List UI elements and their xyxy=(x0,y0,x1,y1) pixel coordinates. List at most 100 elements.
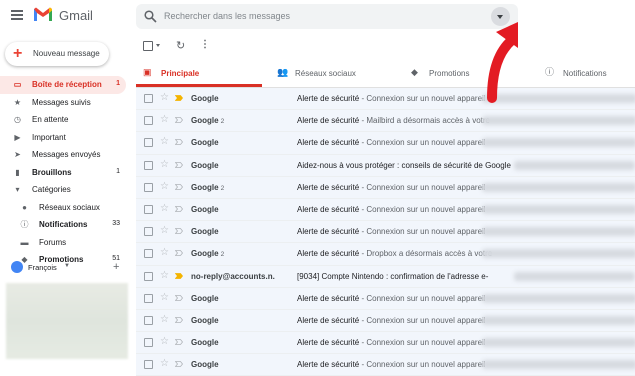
table-row[interactable]: ☆ Google Alerte de sécurité - Connexion su… xyxy=(136,287,635,310)
table-row[interactable]: ☆ Google Alerte de sécurité - Connexion su… xyxy=(136,132,635,155)
sender: Google 2 xyxy=(191,183,224,192)
select-menu-chevron-icon[interactable] xyxy=(156,44,160,47)
table-row[interactable]: ☆ Google 2 Alerte de sécurité - Dropbox a d… xyxy=(136,243,635,266)
sidebar-item-people[interactable]: ● Réseaux sociaux xyxy=(0,199,126,217)
gmail-logo-icon[interactable] xyxy=(33,6,53,22)
row-checkbox[interactable] xyxy=(144,160,153,170)
user-name: François xyxy=(28,263,57,272)
sidebar-item-inbox[interactable]: ▭ Boîte de réception 1 xyxy=(0,76,126,94)
row-checkbox[interactable] xyxy=(144,271,153,281)
message-subject-line: Alerte de sécurité - Connexion sur un no… xyxy=(297,205,486,214)
sidebar-item-star[interactable]: ★ Messages suivis xyxy=(0,94,126,112)
important-icon[interactable] xyxy=(175,250,183,257)
star-icon[interactable]: ☆ xyxy=(160,314,169,325)
table-row[interactable]: ☆ no-reply@accounts.n. [9034] Compte Ninte… xyxy=(136,265,635,288)
sidebar-item-send[interactable]: ➤ Messages envoyés xyxy=(0,146,126,164)
table-row[interactable]: ☆ Google Alerte de sécurité - Connexion su… xyxy=(136,88,635,111)
row-checkbox[interactable] xyxy=(144,116,153,126)
sidebar-item-label: Notifications xyxy=(39,220,88,229)
table-row[interactable]: ☆ Google Aidez-nous à vous protéger : cons… xyxy=(136,154,635,177)
refresh-icon[interactable]: ↻ xyxy=(176,39,185,52)
sidebar-item-forum[interactable]: ▬ Forums xyxy=(0,234,126,252)
table-row[interactable]: ☆ Google Alerte de sécurité - Connexion su… xyxy=(136,309,635,333)
menu-icon[interactable] xyxy=(11,10,23,20)
sender-name: Google xyxy=(191,227,219,237)
sidebar-item-important[interactable]: ▶ Important xyxy=(0,129,126,147)
sidebar-item-draft[interactable]: ▮ Brouillons 1 xyxy=(0,164,126,182)
add-icon[interactable]: + xyxy=(113,261,119,273)
row-checkbox[interactable] xyxy=(144,338,153,348)
row-checkbox[interactable] xyxy=(144,227,153,237)
important-icon[interactable] xyxy=(175,316,183,323)
sidebar-nav: ▭ Boîte de réception 1 ★ Messages suivis ◷ En … xyxy=(0,76,126,269)
important-icon[interactable] xyxy=(175,228,183,235)
people-icon: ● xyxy=(22,202,27,212)
sidebar-item-count: 1 xyxy=(116,80,120,87)
info-icon: ⓘ xyxy=(20,220,29,229)
star-icon[interactable]: ☆ xyxy=(160,336,169,347)
table-row[interactable]: ☆ Google 2 Alerte de sécurité - Connexion s… xyxy=(136,176,635,199)
star-icon[interactable]: ☆ xyxy=(160,159,169,170)
table-row[interactable]: ☆ Google Alerte de sécurité - Connexion su… xyxy=(136,221,635,244)
tab-info[interactable]: ⓘ Notifications xyxy=(538,59,635,87)
star-icon[interactable]: ☆ xyxy=(160,358,169,369)
table-row[interactable]: ☆ Google Alerte de sécurité - Connexion su… xyxy=(136,332,635,355)
sidebar-item-info[interactable]: ⓘ Notifications 33 xyxy=(0,216,126,234)
star-icon[interactable]: ☆ xyxy=(160,225,169,236)
important-icon[interactable] xyxy=(175,183,183,190)
star-icon[interactable]: ☆ xyxy=(160,114,169,125)
row-checkbox[interactable] xyxy=(144,315,153,325)
row-checkbox[interactable] xyxy=(144,204,153,214)
sidebar-item-count: 1 xyxy=(116,167,120,175)
chevron-down-icon[interactable]: ▼ xyxy=(64,263,70,269)
star-icon[interactable]: ☆ xyxy=(160,92,169,103)
subject: Alerte de sécurité xyxy=(297,338,360,348)
subject: Alerte de sécurité xyxy=(297,315,360,325)
star-icon[interactable]: ☆ xyxy=(160,292,169,303)
row-checkbox[interactable] xyxy=(144,94,153,103)
star-icon[interactable]: ☆ xyxy=(160,203,169,214)
subject: Alerte de sécurité xyxy=(297,182,360,192)
search-icon[interactable] xyxy=(144,10,157,23)
table-row[interactable]: ☆ Google Alerte de sécurité - Connexion su… xyxy=(136,354,635,376)
forum-icon: ▬ xyxy=(20,237,29,247)
avatar[interactable] xyxy=(11,261,23,273)
clock-icon: ◷ xyxy=(14,115,21,124)
star-icon[interactable]: ☆ xyxy=(160,270,169,281)
sidebar-item-clock[interactable]: ◷ En attente xyxy=(0,111,126,129)
blurred-text xyxy=(514,160,635,170)
tab-people[interactable]: 👥 Réseaux sociaux xyxy=(270,59,396,87)
row-checkbox[interactable] xyxy=(144,293,153,303)
important-icon: ▶ xyxy=(14,132,21,142)
important-icon[interactable] xyxy=(175,339,183,345)
blurred-text xyxy=(482,315,635,325)
star-icon[interactable]: ☆ xyxy=(160,247,169,258)
row-checkbox[interactable] xyxy=(144,182,153,192)
blurred-text xyxy=(482,182,635,192)
important-icon[interactable] xyxy=(175,294,183,301)
star-icon[interactable]: ☆ xyxy=(160,181,169,192)
important-icon[interactable] xyxy=(175,161,183,168)
important-icon[interactable] xyxy=(175,117,183,124)
row-checkbox[interactable] xyxy=(144,138,153,148)
search-input[interactable]: Rechercher dans les messages xyxy=(164,11,290,21)
important-icon[interactable] xyxy=(175,139,183,146)
sidebar-item-label[interactable]: ▾ Catégories xyxy=(0,181,126,199)
important-icon[interactable] xyxy=(175,206,183,212)
star-icon[interactable]: ☆ xyxy=(160,136,169,147)
important-icon[interactable] xyxy=(175,95,183,101)
important-icon[interactable] xyxy=(175,361,183,368)
hangouts-user[interactable]: François ▼ + xyxy=(0,259,126,276)
table-row[interactable]: ☆ Google 2 Alerte de sécurité - Mailbird a … xyxy=(136,110,635,133)
sender-name: Google xyxy=(191,94,219,103)
compose-button[interactable]: + Nouveau message xyxy=(5,42,109,66)
row-checkbox[interactable] xyxy=(144,249,153,259)
blurred-text xyxy=(482,249,635,259)
more-vert-icon[interactable]: ⋮ xyxy=(200,39,210,50)
snippet: - Mailbird a désormais accès à votre xyxy=(359,116,490,126)
table-row[interactable]: ☆ Google Alerte de sécurité - Connexion su… xyxy=(136,198,635,222)
tab-inbox[interactable]: ▣ Principale xyxy=(136,59,262,87)
important-icon[interactable] xyxy=(175,272,183,279)
sender-name: Google xyxy=(191,204,219,214)
select-all-checkbox[interactable] xyxy=(143,41,153,51)
